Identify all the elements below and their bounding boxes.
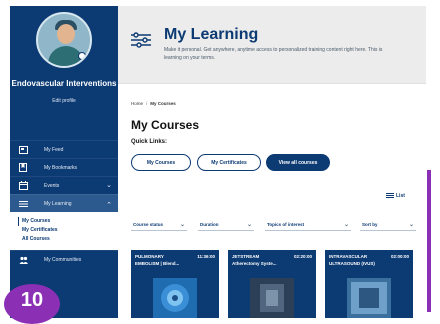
submenu-my-certificates[interactable]: My Certificates bbox=[22, 226, 118, 235]
edit-profile-link[interactable]: Edit profile bbox=[52, 98, 76, 104]
sidebar-item-my-communities[interactable]: My Communities bbox=[10, 250, 118, 268]
course-card[interactable]: JETSTREAM 02:20:00 Atherectomy Syste... bbox=[228, 250, 316, 318]
sidebar: Endovascular Interventions Edit profile … bbox=[10, 6, 118, 318]
sidebar-item-label: Events bbox=[44, 182, 60, 189]
learning-submenu: My Courses My Certificates All Courses bbox=[10, 212, 118, 250]
filter-label: Duration bbox=[200, 221, 219, 227]
breadcrumb-separator: / bbox=[146, 101, 148, 106]
course-card[interactable]: PULMONARY 11:36:00 EMBOLISM | Blend... bbox=[131, 250, 219, 318]
course-title: INTRAVASCULAR bbox=[329, 254, 368, 259]
course-duration: 02:00:00 bbox=[390, 254, 409, 259]
hero-description: Make it personal. Get anywhere, anytime … bbox=[164, 47, 383, 61]
course-thumbnail bbox=[153, 278, 197, 318]
sidebar-item-label: My Bookmarks bbox=[44, 164, 78, 171]
submenu-all-courses[interactable]: All Courses bbox=[22, 235, 118, 244]
calendar-icon bbox=[18, 181, 28, 191]
course-subtitle: ULTRASOUND (IVUS) bbox=[329, 261, 375, 266]
app-window: Endovascular Interventions Edit profile … bbox=[10, 6, 426, 318]
filter-label: Sort by bbox=[362, 221, 378, 227]
chevron-down-icon[interactable]: ⌄ bbox=[106, 181, 112, 189]
chevron-up-icon[interactable]: ⌃ bbox=[106, 201, 112, 209]
breadcrumb: Home / My Courses bbox=[131, 101, 176, 106]
my-certificates-button[interactable]: My Certificates bbox=[197, 154, 261, 171]
sidebar-item-label: My Communities bbox=[44, 256, 82, 263]
quick-links-label: Quick Links: bbox=[131, 139, 168, 145]
course-subtitle: EMBOLISM | Blend... bbox=[135, 261, 180, 266]
sidebar-item-my-learning[interactable]: My Learning ⌃ bbox=[10, 194, 118, 212]
course-duration: 02:20:00 bbox=[293, 254, 312, 259]
sidebar-item-my-bookmarks[interactable]: My Bookmarks bbox=[10, 158, 118, 176]
sidebar-item-events[interactable]: Events ⌄ bbox=[10, 176, 118, 194]
course-thumbnail bbox=[250, 278, 294, 318]
list-view-label: List bbox=[396, 192, 405, 199]
profile-name: Endovascular Interventions bbox=[11, 79, 117, 88]
chevron-down-icon: ⌄ bbox=[343, 221, 349, 228]
course-duration: 11:36:00 bbox=[197, 254, 215, 259]
page-title: My Courses bbox=[131, 118, 200, 132]
avatar[interactable] bbox=[36, 12, 92, 68]
hero-title: My Learning bbox=[164, 26, 259, 43]
breadcrumb-home[interactable]: Home bbox=[131, 101, 143, 106]
step-badge: 10 bbox=[4, 284, 60, 324]
chevron-down-icon: ⌄ bbox=[246, 221, 252, 228]
main-content: My Learning Make it personal. Get anywhe… bbox=[118, 6, 426, 318]
learning-icon bbox=[18, 199, 28, 209]
list-icon bbox=[386, 192, 394, 199]
duration-filter[interactable]: Duration ⌄ bbox=[198, 218, 254, 231]
hero-banner: My Learning Make it personal. Get anywhe… bbox=[118, 6, 426, 84]
course-status-filter[interactable]: Course status ⌄ bbox=[131, 218, 187, 231]
sidebar-item-label: My Feed bbox=[44, 146, 64, 153]
courses-panel: Home / My Courses My Courses Quick Links: … bbox=[118, 84, 426, 318]
submenu-my-courses[interactable]: My Courses bbox=[18, 217, 118, 226]
feed-icon bbox=[18, 145, 28, 155]
course-title: PULMONARY bbox=[135, 254, 164, 259]
course-subtitle: Atherectomy Syste... bbox=[232, 261, 277, 266]
chevron-down-icon: ⌄ bbox=[408, 221, 414, 228]
learning-settings-icon bbox=[131, 32, 151, 48]
list-view-toggle[interactable]: List bbox=[386, 192, 405, 199]
course-title: JETSTREAM bbox=[232, 254, 260, 259]
accent-bar bbox=[427, 170, 431, 312]
sidebar-item-my-feed[interactable]: My Feed bbox=[10, 140, 118, 158]
sort-by-dropdown[interactable]: Sort by ⌄ bbox=[360, 218, 416, 231]
filter-label: Course status bbox=[133, 221, 164, 227]
course-thumbnail bbox=[347, 278, 391, 318]
chevron-down-icon: ⌄ bbox=[179, 221, 185, 228]
communities-icon bbox=[18, 255, 28, 265]
course-card[interactable]: INTRAVASCULAR 02:00:00 ULTRASOUND (IVUS) bbox=[325, 250, 413, 318]
bookmark-icon bbox=[18, 163, 28, 173]
sidebar-item-label: My Learning bbox=[44, 200, 72, 207]
camera-icon[interactable] bbox=[78, 52, 86, 60]
view-all-courses-button[interactable]: View all courses bbox=[266, 154, 330, 171]
topics-filter[interactable]: Topics of interest ⌄ bbox=[265, 218, 351, 231]
profile-panel: Endovascular Interventions Edit profile bbox=[10, 6, 118, 140]
my-courses-button[interactable]: My Courses bbox=[131, 154, 191, 171]
breadcrumb-current: My Courses bbox=[150, 101, 176, 106]
filter-label: Topics of interest bbox=[267, 221, 305, 227]
